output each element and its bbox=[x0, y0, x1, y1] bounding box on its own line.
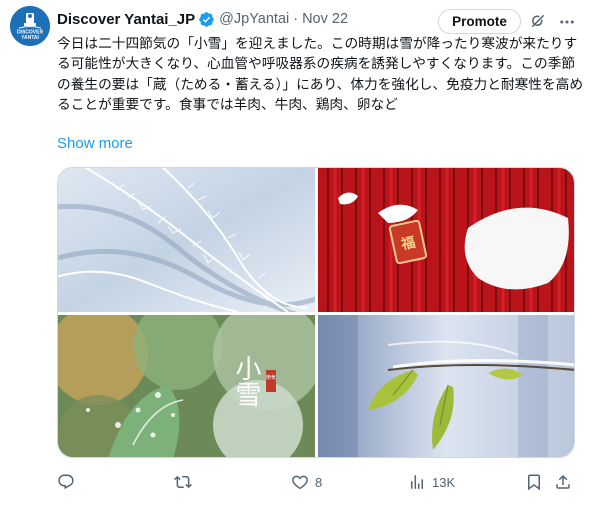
snow-red-ribbons-image[interactable]: 福 bbox=[318, 168, 574, 312]
avatar-text-bottom: YANTAI bbox=[21, 35, 39, 41]
views-button[interactable]: 13K bbox=[408, 470, 455, 494]
author-name[interactable]: Discover Yantai_JP bbox=[57, 11, 195, 28]
bookmark-icon bbox=[528, 474, 540, 491]
author-handle[interactable]: @JpYantai bbox=[219, 11, 289, 27]
more-icon[interactable] bbox=[558, 13, 576, 31]
heart-icon bbox=[292, 475, 308, 490]
retweet-button[interactable] bbox=[174, 470, 198, 494]
grok-icon[interactable] bbox=[529, 12, 547, 30]
retweet-icon bbox=[174, 475, 192, 489]
action-bar: 8 13K bbox=[57, 470, 587, 494]
like-button[interactable]: 8 bbox=[291, 470, 322, 494]
show-more-link[interactable]: Show more bbox=[57, 135, 133, 152]
tweet-header: Discover Yantai_JP @JpYantai · Nov 22 bbox=[57, 8, 348, 30]
frosted-leaves-image[interactable]: 小雪 節気 bbox=[58, 315, 315, 457]
share-icon bbox=[556, 474, 570, 489]
avatar[interactable]: DISCOVER YANTAI bbox=[10, 6, 50, 46]
like-count: 8 bbox=[315, 474, 323, 490]
reply-icon bbox=[58, 474, 74, 490]
image-seal-text: 節気 bbox=[266, 374, 276, 381]
frosted-branches-image[interactable] bbox=[58, 168, 315, 312]
views-icon bbox=[411, 475, 423, 489]
views-count: 13K bbox=[432, 474, 456, 490]
post-date[interactable]: Nov 22 bbox=[302, 11, 348, 27]
snowy-twig-image[interactable] bbox=[318, 315, 574, 457]
image-grid: 福 小雪 節気 bbox=[57, 167, 575, 458]
image-caption-text: 小雪 bbox=[231, 355, 261, 407]
verified-badge-icon[interactable] bbox=[198, 11, 215, 28]
reply-button[interactable] bbox=[57, 470, 81, 494]
separator-dot: · bbox=[293, 11, 299, 27]
tweet[interactable]: DISCOVER YANTAI Discover Yantai_JP @JpYa… bbox=[0, 0, 601, 505]
tweet-text: 今日は二十四節気の「小雪」を迎えました。この時期は雪が降ったり寒波が来たりする可… bbox=[57, 36, 584, 113]
share-button[interactable] bbox=[554, 470, 572, 494]
promote-button[interactable]: Promote bbox=[438, 9, 521, 34]
bookmark-button[interactable] bbox=[525, 470, 543, 494]
